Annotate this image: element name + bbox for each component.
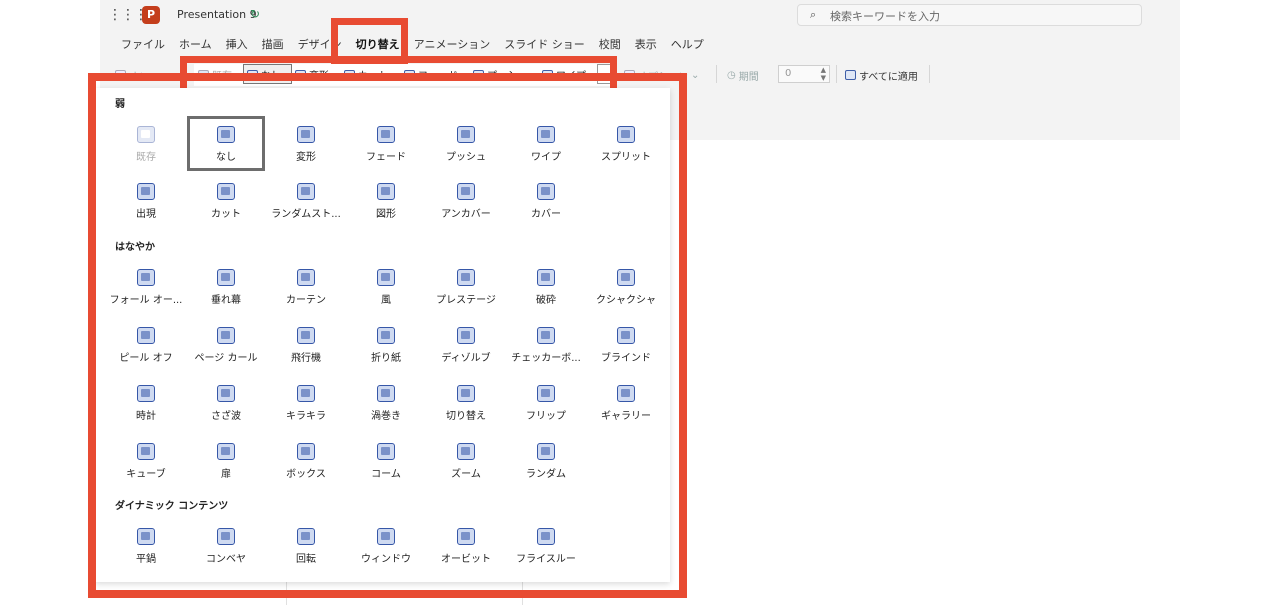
menu-tabs: ファイル ホーム 挿入 描画 デザイン 切り替え アニメーション スライド ショー 校閲 表示 ヘル…: [114, 36, 711, 56]
sync-status-icon: ↻: [250, 7, 261, 21]
tab-1[interactable]: ホーム: [172, 36, 219, 56]
chevron-down-icon: ⌄: [691, 69, 700, 81]
stepper-arrows-icon[interactable]: ▲ ▼: [821, 66, 826, 82]
duration-value: 0: [785, 68, 792, 79]
tab-0[interactable]: ファイル: [114, 36, 172, 56]
duration-label: ◷ 期間: [727, 67, 759, 83]
tab-8[interactable]: 校閲: [592, 36, 628, 56]
tab-2[interactable]: 挿入: [219, 36, 255, 56]
clock-icon: ◷: [727, 69, 736, 81]
tab-10[interactable]: ヘルプ: [664, 36, 711, 56]
search-placeholder: 検索キーワードを入力: [830, 10, 940, 23]
app-launcher-icon[interactable]: ⋮⋮⋮: [108, 7, 148, 23]
duration-label-text: 期間: [738, 71, 759, 83]
search-icon: ⌕: [810, 8, 817, 21]
tab-7[interactable]: スライド ショー: [497, 36, 592, 56]
tab-9[interactable]: 表示: [628, 36, 664, 56]
powerpoint-logo-icon: P: [142, 6, 160, 24]
ribbon-separator: [836, 65, 837, 83]
ribbon-separator: [716, 65, 717, 83]
apply-to-all-label: すべてに適用: [859, 71, 918, 83]
apply-to-all-button[interactable]: すべてに適用: [845, 67, 918, 83]
tab-3[interactable]: 描画: [255, 36, 291, 56]
duration-stepper[interactable]: 0 ▲ ▼: [778, 65, 830, 83]
document-title[interactable]: Presentation 9: [177, 8, 257, 21]
apply-all-icon: [845, 70, 856, 80]
search-input[interactable]: ⌕ 検索キーワードを入力: [797, 4, 1142, 26]
gallery-highlight-box: [88, 73, 687, 598]
tab-6[interactable]: アニメーション: [407, 36, 498, 56]
ribbon-separator: [929, 65, 930, 83]
